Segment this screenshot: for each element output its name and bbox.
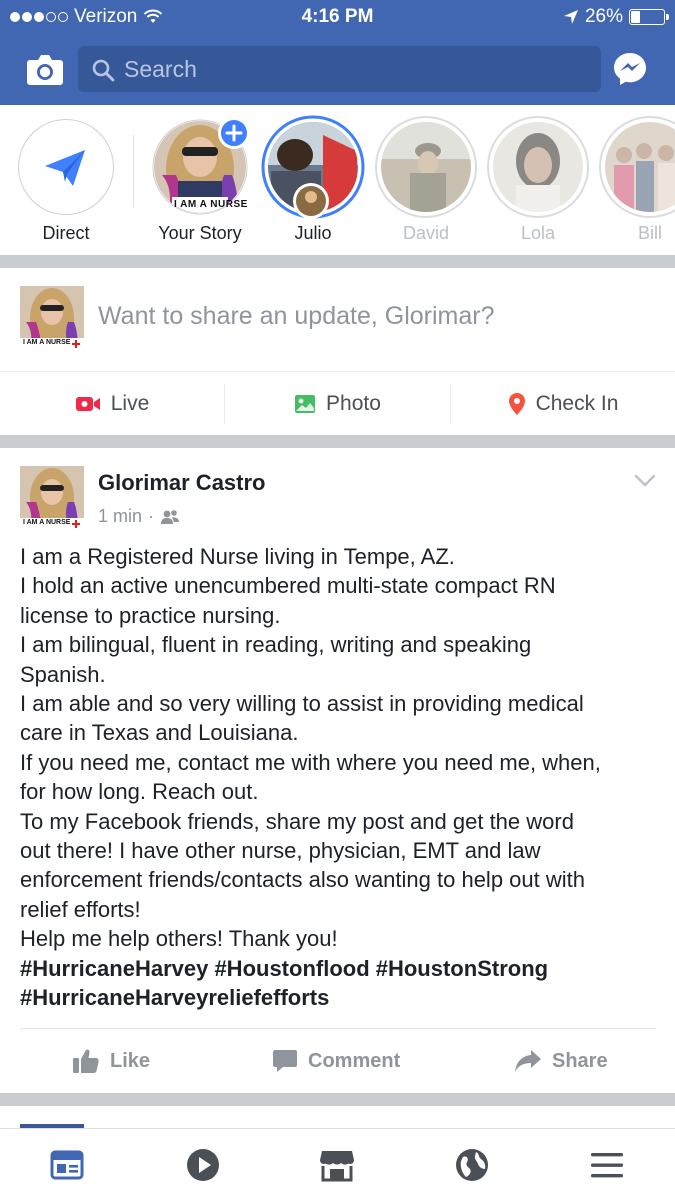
share-button[interactable]: Share [514,1044,608,1078]
search-bar[interactable] [78,46,601,92]
post-text-line: Help me help others! Thank you! [20,926,338,952]
story-julio[interactable]: Julio [261,115,365,244]
marketplace-icon[interactable] [319,1147,355,1183]
like-button[interactable]: Like [72,1044,150,1078]
add-story-button[interactable] [218,117,250,149]
plus-icon [225,124,243,142]
post-text-line: I am a Registered Nurse living in Tempe,… [20,544,455,569]
post-text-line: care in Texas and Louisiana. [20,720,299,746]
story-lola[interactable]: Lola [486,116,590,244]
section-gap [0,1093,675,1106]
chevron-down-icon[interactable] [634,474,656,488]
status-bar: Verizon 4:16 PM 26% [0,0,675,34]
stories-divider [133,135,134,207]
menu-icon[interactable] [589,1147,625,1183]
battery-icon [629,9,669,25]
post-text: I am a Registered Nurse living in Tempe,… [20,542,660,1013]
comment-label: Comment [308,1049,401,1072]
post-text-line: relief efforts! [20,896,141,922]
composer-placeholder[interactable]: Want to share an update, Glorimar? [98,302,495,331]
story-label: Bill [637,223,662,243]
like-label: Like [110,1049,151,1072]
story-your-story[interactable]: I AM A NURSE Your Story [148,117,252,244]
post-text-line: out there! I have other nurse, physician… [20,838,541,864]
thumbs-up-icon [73,1049,99,1073]
post-time[interactable]: 1 min [98,506,142,527]
location-arrow-icon [563,10,578,24]
next-post-peek [0,1106,675,1128]
composer-actions: Live Photo Check In [0,371,675,435]
status-composer[interactable]: I AM A NURSE Want to share an update, Gl… [0,268,675,370]
section-gap [0,255,675,268]
live-label: Live [110,392,150,415]
feed-post: I AM A NURSE Glorimar Castro 1 min · I a… [0,448,675,1093]
story-overlay-text: I AM A NURSE [174,199,248,210]
share-arrow-icon [515,1050,541,1072]
bottom-tab-bar [0,1128,675,1200]
story-label: David [402,223,450,243]
david-story-image [375,116,477,218]
avatar-caption: I AM A NURSE [23,519,71,526]
story-label: Julio [294,223,332,243]
watch-icon[interactable] [185,1147,221,1183]
live-video-icon [75,397,100,411]
story-circle: I AM A NURSE [152,117,250,215]
post-actions-divider [20,1028,656,1029]
photo-label: Photo [326,392,381,415]
story-circle [487,116,589,218]
comment-icon [273,1050,297,1072]
search-input[interactable] [124,46,584,92]
stories-tray: Direct I AM A NURSE Your Story Julio Dav… [0,105,675,255]
notifications-globe-icon[interactable] [454,1147,490,1183]
story-bill[interactable]: Bill [598,116,675,244]
photo-icon [295,395,316,413]
story-circle [599,116,675,218]
post-author-avatar[interactable]: I AM A NURSE [20,466,84,530]
post-text-line: I am bilingual, fluent in reading, writi… [20,632,532,658]
check-in-label: Check In [535,392,619,415]
story-label: Lola [520,223,556,243]
share-label: Share [552,1049,608,1072]
post-text-line: Spanish. [20,661,106,687]
post-text-line: I hold an active unencumbered multi-stat… [20,573,556,599]
news-feed-icon[interactable] [49,1147,85,1183]
post-text-line: enforcement friends/contacts also wantin… [20,867,585,893]
hashtag-line[interactable]: #HurricaneHarveyreliefefforts [20,983,660,1012]
battery-percent: 26% [584,6,623,27]
comment-button[interactable]: Comment [272,1044,400,1078]
top-bar: Verizon 4:16 PM 26% [0,0,675,105]
photo-button[interactable]: Photo [225,372,450,436]
lola-story-image [487,116,589,218]
messenger-icon[interactable] [612,51,648,87]
location-pin-icon [508,393,525,415]
post-author-name[interactable]: Glorimar Castro [98,470,266,496]
camera-icon[interactable] [26,52,64,86]
post-text-line: for how long. Reach out. [20,779,259,805]
post-text-line: I am able and so very willing to assist … [20,691,584,717]
friends-icon [161,509,180,524]
section-gap [0,435,675,448]
post-text-line: To my Facebook friends, share my post an… [20,808,574,834]
story-david[interactable]: David [374,116,478,244]
meta-separator: · [148,506,155,526]
story-label: Direct [42,223,90,243]
avatar-caption: I AM A NURSE [23,339,71,346]
live-button[interactable]: Live [0,372,224,436]
story-circle [18,119,114,215]
story-circle [261,115,365,219]
check-in-button[interactable]: Check In [451,372,675,436]
post-text-line: If you need me, contact me with where yo… [20,749,601,775]
user-avatar: I AM A NURSE [20,286,84,350]
hashtag-line[interactable]: #HurricaneHarvey #Houstonflood #HoustonS… [20,954,660,983]
story-direct[interactable]: Direct [14,119,118,244]
story-label: Your Story [158,223,242,243]
julio-story-image [261,115,365,219]
paper-plane-icon [45,150,85,186]
post-meta: 1 min · [98,506,180,527]
post-text-line: license to practice nursing. [20,602,281,628]
story-circle [375,116,477,218]
bill-story-image [599,116,675,218]
search-icon [92,59,115,82]
